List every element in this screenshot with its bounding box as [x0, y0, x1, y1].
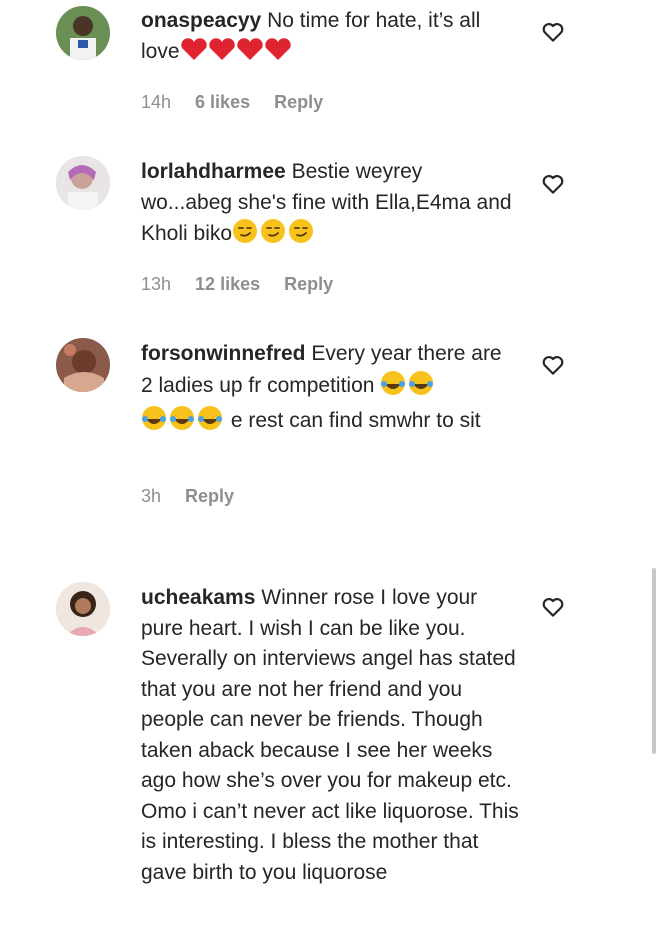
comment-time: 3h — [141, 486, 162, 506]
comment-time: 13h — [141, 274, 172, 294]
comment-meta: 3h Reply — [141, 486, 234, 507]
red-heart-emoji — [180, 37, 292, 72]
avatar[interactable] — [56, 6, 110, 60]
heart-outline-icon[interactable] — [540, 171, 566, 197]
scrollbar[interactable] — [652, 568, 656, 754]
comment-meta: 13h 12 likes Reply — [141, 274, 333, 295]
reply-button[interactable]: Reply — [274, 92, 323, 113]
likes-count[interactable]: 6 likes — [195, 92, 250, 113]
comment-text-part2: e rest can find smwhr to sit — [230, 409, 481, 432]
avatar[interactable] — [56, 582, 110, 636]
laughing-emoji — [141, 405, 225, 441]
laughing-emoji — [380, 370, 436, 406]
avatar[interactable] — [56, 156, 110, 210]
comment-meta: 14h 6 likes Reply — [141, 92, 323, 113]
smirk-emoji — [232, 218, 316, 254]
heart-outline-icon[interactable] — [540, 594, 566, 620]
comment-username[interactable]: ucheakams — [141, 586, 255, 609]
heart-outline-icon[interactable] — [540, 352, 566, 378]
comment-username[interactable]: onaspeacyy — [141, 9, 261, 32]
comment-username[interactable]: lorlahdharmee — [141, 160, 286, 183]
comment-text: Winner rose I love your pure heart. I wi… — [141, 586, 519, 884]
heart-outline-icon[interactable] — [540, 19, 566, 45]
comment-username[interactable]: forsonwinnefred — [141, 342, 306, 365]
avatar[interactable] — [56, 338, 110, 392]
reply-button[interactable]: Reply — [284, 274, 333, 295]
reply-button[interactable]: Reply — [185, 486, 234, 507]
comment-time: 14h — [141, 92, 172, 112]
likes-count[interactable]: 12 likes — [195, 274, 260, 295]
